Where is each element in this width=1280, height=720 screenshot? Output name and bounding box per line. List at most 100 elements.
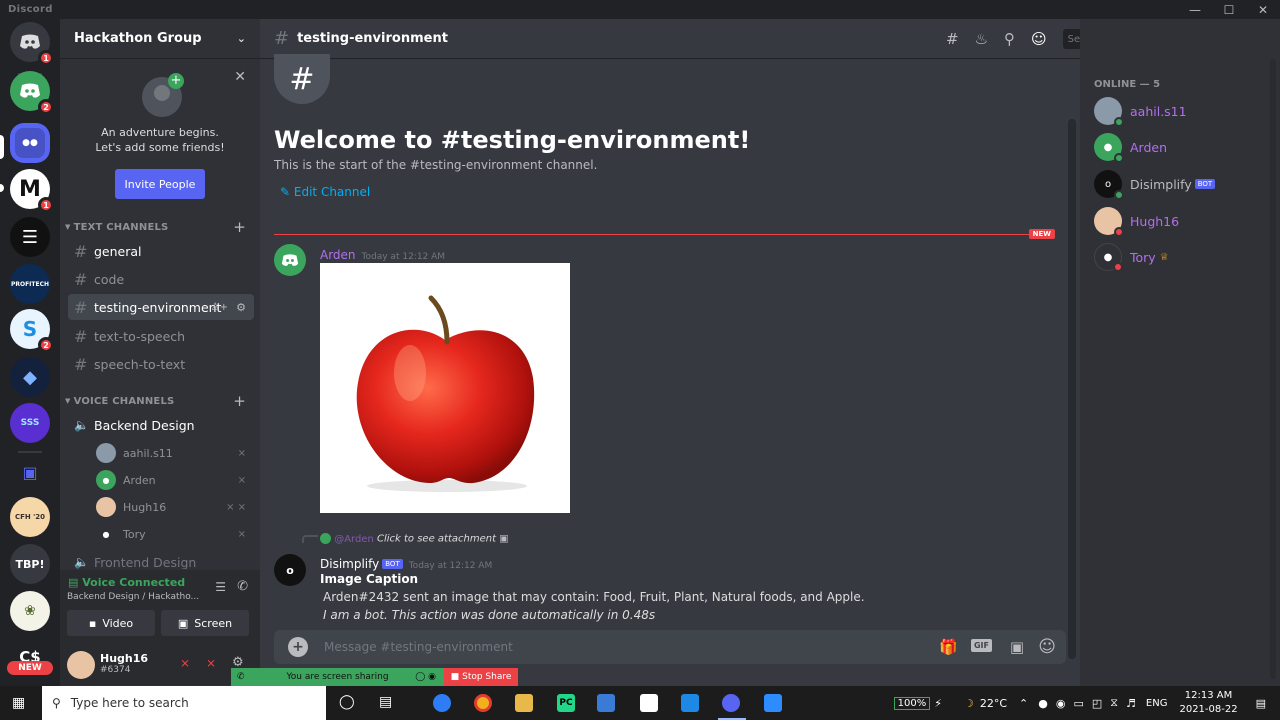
edit-channel-link[interactable]: ✎ Edit Channel bbox=[280, 185, 370, 199]
author-name[interactable]: Arden bbox=[320, 248, 356, 262]
voice-location[interactable]: Backend Design / Hackatho... bbox=[67, 592, 199, 602]
channel-speech-to-text[interactable]: # speech-to-text bbox=[68, 351, 254, 377]
voice-user[interactable]: ● Tory ⨯ bbox=[96, 523, 246, 545]
add-attachment-icon[interactable]: + bbox=[288, 637, 308, 657]
voice-user[interactable]: ● Arden ⨯ bbox=[96, 469, 246, 491]
volume-icon[interactable]: ♬ bbox=[1126, 697, 1136, 710]
server-icon-tbp[interactable]: TBP! bbox=[10, 544, 50, 584]
avatar bbox=[320, 533, 331, 544]
scrollbar[interactable] bbox=[1068, 119, 1076, 659]
server-icon-sss[interactable]: SSS bbox=[10, 403, 50, 443]
server-header[interactable]: Hackathon Group ⌄ bbox=[60, 19, 260, 59]
add-channel-icon[interactable]: + bbox=[233, 392, 246, 410]
server-icon-layers[interactable]: ☰ bbox=[10, 217, 50, 257]
server-icon-crest[interactable]: ❀ bbox=[10, 591, 50, 631]
server-icon-hackathon-group[interactable]: ●● bbox=[10, 123, 50, 163]
document-icon[interactable] bbox=[640, 694, 658, 712]
maximize-icon[interactable]: ☐ bbox=[1212, 0, 1246, 19]
message-list[interactable]: # Welcome to #testing-environment! This … bbox=[260, 54, 1080, 659]
server-icon-m[interactable]: M 1 bbox=[10, 169, 54, 213]
screen-share-icon: ▣ bbox=[177, 616, 189, 630]
bell-icon[interactable]: ♨ bbox=[975, 30, 988, 48]
channel-general[interactable]: # general bbox=[68, 238, 254, 264]
server-icon-cfh[interactable]: CFH '20 bbox=[10, 497, 50, 537]
avatar[interactable]: o bbox=[274, 554, 306, 586]
server-icon-discord-green[interactable]: 2 bbox=[10, 71, 54, 115]
pin-icon[interactable]: ⚲ bbox=[1004, 30, 1015, 48]
category-voice-channels[interactable]: ▼ VOICE CHANNELS + bbox=[60, 392, 260, 410]
taskbar-search-input[interactable]: ⚲ Type here to search bbox=[42, 686, 326, 720]
battery-icon[interactable]: ▭ bbox=[1073, 697, 1083, 710]
voice-channel-frontend-design[interactable]: 🔈 Frontend Design bbox=[68, 555, 254, 569]
virtualbox-icon[interactable] bbox=[597, 694, 615, 712]
disconnect-icon[interactable]: ✆ bbox=[237, 579, 248, 594]
temperature[interactable]: 22°C bbox=[980, 697, 1007, 710]
threads-icon[interactable]: # bbox=[946, 30, 959, 48]
member-list-icon[interactable]: ☺ bbox=[1031, 30, 1047, 48]
message-header: Disimplify BOT Today at 12:12 AM bbox=[320, 553, 492, 572]
image-attachment[interactable] bbox=[320, 263, 570, 513]
server-icon-profitech[interactable]: PROFITECH bbox=[10, 264, 50, 304]
language-indicator[interactable]: ENG bbox=[1146, 698, 1168, 709]
home-icon[interactable]: 1 bbox=[10, 22, 54, 66]
avatar[interactable] bbox=[274, 244, 306, 276]
member-item[interactable]: aahil.s11 bbox=[1094, 97, 1187, 127]
member-item[interactable]: o Disimplify BOT bbox=[1094, 170, 1216, 200]
welcome-subtitle: This is the start of the #testing-enviro… bbox=[274, 158, 598, 172]
close-window-icon[interactable]: ✕ bbox=[1246, 0, 1280, 19]
file-explorer-icon[interactable] bbox=[515, 694, 533, 712]
invite-member-icon[interactable]: ♙+ bbox=[211, 302, 228, 313]
messenger-icon[interactable] bbox=[433, 694, 451, 712]
server-icon-ethereum[interactable]: ◆ bbox=[10, 357, 50, 397]
channel-testing-environment[interactable]: # testing-environment ♙+ ⚙ bbox=[68, 294, 254, 320]
server-list: 1 2 ●● M 1 ☰ PROFITECH S 2 ◆ SSS ▣ CFH '… bbox=[0, 19, 60, 686]
timestamp: Today at 12:12 AM bbox=[408, 561, 493, 571]
message-input[interactable]: Message #testing-environment bbox=[324, 640, 513, 654]
mic-muted-icon[interactable]: ⨯ bbox=[180, 656, 190, 670]
emoji-icon[interactable]: ☺ bbox=[1038, 637, 1056, 657]
gift-icon[interactable]: 🎁 bbox=[939, 638, 958, 656]
discord-taskbar-icon[interactable] bbox=[722, 694, 740, 712]
hash-icon: # bbox=[74, 326, 88, 346]
task-view-icon[interactable]: ▤ bbox=[379, 694, 392, 710]
clock[interactable]: 12:13 AM 2021-08-22 bbox=[1179, 689, 1237, 717]
folder-icon[interactable]: ▣ bbox=[10, 452, 50, 492]
mention-badge: 1 bbox=[38, 197, 54, 213]
member-item[interactable]: ● Arden bbox=[1094, 133, 1167, 163]
reply-reference[interactable]: @Arden Click to see attachment ▣ bbox=[320, 533, 509, 545]
channel-code[interactable]: # code bbox=[68, 266, 254, 292]
cortana-icon[interactable]: ◯ bbox=[339, 694, 355, 710]
voice-user[interactable]: aahil.s11 ⨯ bbox=[96, 442, 246, 464]
server-icon-s[interactable]: S 2 bbox=[10, 309, 54, 353]
vscode-icon[interactable] bbox=[681, 694, 699, 712]
screen-button[interactable]: ▣ Screen bbox=[161, 610, 249, 636]
voice-user[interactable]: Hugh16 ⨯ ⨯ bbox=[96, 496, 246, 518]
member-item[interactable]: Hugh16 bbox=[1094, 207, 1179, 237]
wifi-icon[interactable]: ⧖ bbox=[1110, 696, 1118, 710]
voice-channel-backend-design[interactable]: 🔈 Backend Design bbox=[68, 412, 254, 438]
pycharm-icon[interactable]: PC bbox=[557, 694, 575, 712]
category-text-channels[interactable]: ▼ TEXT CHANNELS + bbox=[60, 218, 260, 236]
add-channel-icon[interactable]: + bbox=[233, 218, 246, 236]
deafen-icon[interactable]: ⨯ bbox=[206, 656, 216, 670]
chevron-up-icon[interactable]: ⌃ bbox=[1019, 697, 1028, 710]
member-name: Tory bbox=[1130, 249, 1156, 265]
minimize-icon[interactable]: — bbox=[1178, 0, 1212, 19]
channel-text-to-speech[interactable]: # text-to-speech bbox=[68, 323, 254, 349]
member-item[interactable]: ● Tory ♕ bbox=[1094, 243, 1169, 272]
notification-icon[interactable]: ▤ bbox=[1256, 697, 1266, 710]
video-button[interactable]: ▪ Video bbox=[67, 610, 155, 636]
hash-icon: # bbox=[74, 241, 88, 261]
windows-start-icon[interactable]: ▦ bbox=[12, 695, 25, 711]
invite-people-button[interactable]: Invite People bbox=[115, 169, 205, 199]
gif-icon[interactable]: GIF bbox=[970, 639, 992, 652]
sticker-icon[interactable]: ▣ bbox=[1010, 638, 1024, 656]
stop-share-button[interactable]: ■ Stop Share bbox=[444, 668, 518, 686]
gear-icon[interactable]: ⚙ bbox=[236, 301, 246, 314]
author-name[interactable]: Disimplify bbox=[320, 557, 379, 571]
close-icon[interactable]: ✕ bbox=[234, 69, 246, 85]
noise-suppression-icon[interactable]: ☰ bbox=[215, 580, 226, 594]
avatar[interactable] bbox=[67, 651, 95, 679]
zoom-icon[interactable] bbox=[764, 694, 782, 712]
chrome-icon[interactable] bbox=[474, 694, 492, 712]
